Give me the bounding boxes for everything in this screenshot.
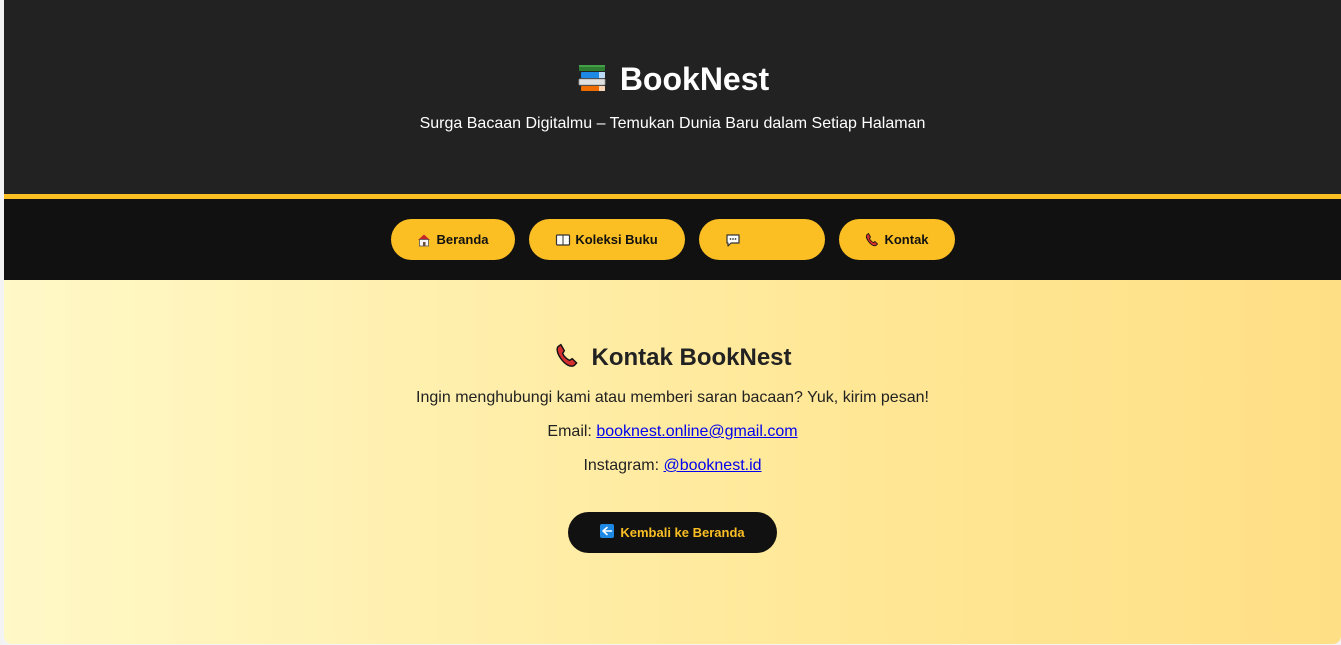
brand: BookNest xyxy=(4,0,1341,98)
house-icon xyxy=(416,232,432,248)
nav-collection-button[interactable]: Koleksi Buku xyxy=(528,219,685,260)
nav-forum-button[interactable] xyxy=(698,219,825,260)
book-icon xyxy=(555,232,571,248)
instagram-link[interactable]: @booknest.id xyxy=(663,457,761,474)
speech-bubble-icon xyxy=(725,232,741,248)
back-button-label: Kembali ke Beranda xyxy=(620,525,745,540)
contact-heading: Kontak BookNest xyxy=(4,280,1341,374)
nav-home-label: Beranda xyxy=(436,232,489,247)
instagram-label: Instagram: xyxy=(583,457,664,474)
phone-icon xyxy=(553,342,581,375)
email-label: Email: xyxy=(547,423,597,440)
contact-title: Kontak BookNest xyxy=(591,344,792,371)
nav-contact-label: Kontak xyxy=(884,232,929,247)
page: BookNest Surga Bacaan Digitalmu – Temuka… xyxy=(4,0,1341,644)
nav-contact-button[interactable]: Kontak xyxy=(838,219,955,260)
main-nav: Beranda Koleksi Buku Kontak xyxy=(4,199,1341,280)
contact-section: Kontak BookNest Ingin menghubungi kami a… xyxy=(4,280,1341,644)
email-link[interactable]: booknest.online@gmail.com xyxy=(596,423,797,440)
nav-home-button[interactable]: Beranda xyxy=(390,219,515,260)
phone-icon xyxy=(864,232,880,248)
site-header: BookNest Surga Bacaan Digitalmu – Temuka… xyxy=(4,0,1341,199)
site-title: BookNest xyxy=(619,61,770,97)
contact-intro: Ingin menghubungi kami atau memberi sara… xyxy=(416,389,929,406)
instagram-line: Instagram: @booknest.id xyxy=(4,456,1341,476)
nav-collection-label: Koleksi Buku xyxy=(575,232,658,247)
email-line: Email: booknest.online@gmail.com xyxy=(4,422,1341,442)
tagline: Surga Bacaan Digitalmu – Temukan Dunia B… xyxy=(419,115,926,132)
back-to-home-button[interactable]: Kembali ke Beranda xyxy=(568,512,777,553)
books-icon xyxy=(576,61,608,98)
left-arrow-icon xyxy=(600,524,615,541)
